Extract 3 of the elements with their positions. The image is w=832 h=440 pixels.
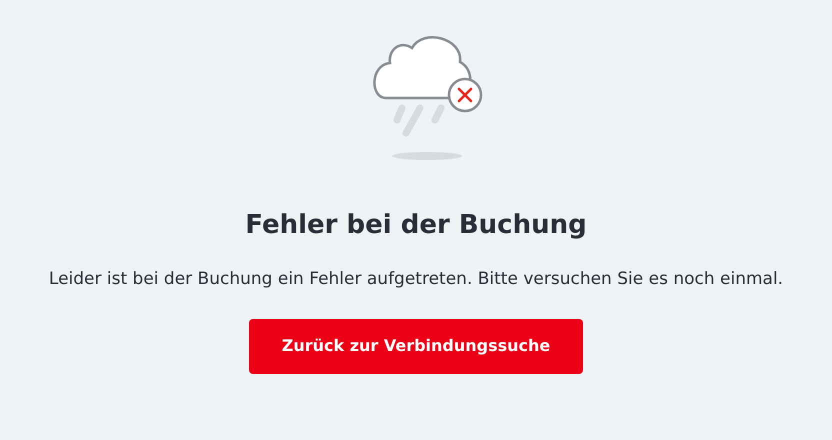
- error-title: Fehler bei der Buchung: [245, 209, 587, 242]
- back-button[interactable]: Zurück zur Verbindungssuche: [249, 318, 583, 374]
- error-message: Leider ist bei der Buchung ein Fehler aufgetreten. Bitte versuchen Sie es noch einmal.: [48, 268, 784, 291]
